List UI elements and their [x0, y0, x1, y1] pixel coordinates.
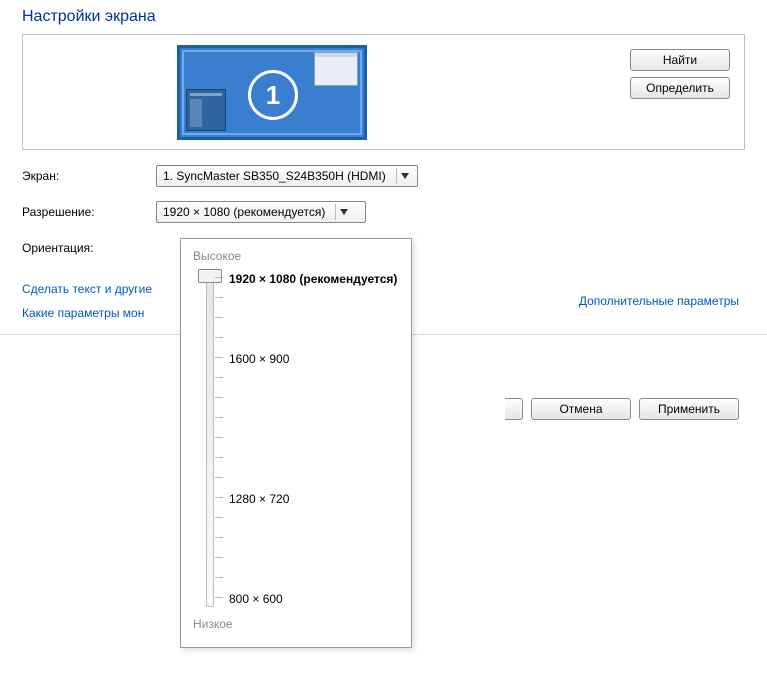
chevron-down-icon — [396, 168, 413, 184]
monitor-number: 1 — [248, 70, 298, 120]
screen-label: Экран: — [22, 169, 156, 183]
resolution-option[interactable]: 1600 × 900 — [229, 352, 289, 366]
monitor-preview[interactable]: 1 — [177, 45, 367, 140]
resolution-option[interactable]: 1920 × 1080 (рекомендуется) — [229, 272, 397, 286]
ok-button-partial[interactable] — [505, 398, 523, 420]
advanced-settings-link[interactable]: Дополнительные параметры — [579, 294, 739, 308]
resolution-option[interactable]: 1280 × 720 — [229, 492, 289, 506]
screen-dropdown[interactable]: 1. SyncMaster SB350_S24B350H (HDMI) — [156, 165, 418, 187]
cancel-button[interactable]: Отмена — [531, 398, 631, 420]
slider-high-label: Высокое — [193, 249, 399, 263]
resolution-dropdown[interactable]: 1920 × 1080 (рекомендуется) — [156, 201, 366, 223]
apply-button[interactable]: Применить — [639, 398, 739, 420]
screen-dropdown-value: 1. SyncMaster SB350_S24B350H (HDMI) — [163, 169, 392, 183]
monitor-arrangement-panel: 1 Найти Определить — [22, 34, 745, 150]
chevron-down-icon — [335, 204, 352, 220]
window-thumbnail-icon — [314, 52, 358, 86]
find-button[interactable]: Найти — [630, 49, 730, 71]
resolution-option[interactable]: 800 × 600 — [229, 592, 283, 606]
slider-thumb[interactable] — [198, 269, 222, 283]
slider-low-label: Низкое — [193, 617, 399, 631]
orientation-label: Ориентация: — [22, 241, 156, 255]
identify-button[interactable]: Определить — [630, 77, 730, 99]
window-thumbnail-icon — [186, 89, 226, 131]
page-title: Настройки экрана — [0, 0, 767, 34]
resolution-dropdown-value: 1920 × 1080 (рекомендуется) — [163, 205, 331, 219]
resolution-slider[interactable]: 1920 × 1080 (рекомендуется) 1600 × 900 1… — [193, 267, 399, 615]
slider-track — [206, 275, 214, 607]
resolution-popup: Высокое 1920 × 1080 (рекомендуется) 1600… — [180, 238, 412, 648]
resolution-label: Разрешение: — [22, 205, 156, 219]
